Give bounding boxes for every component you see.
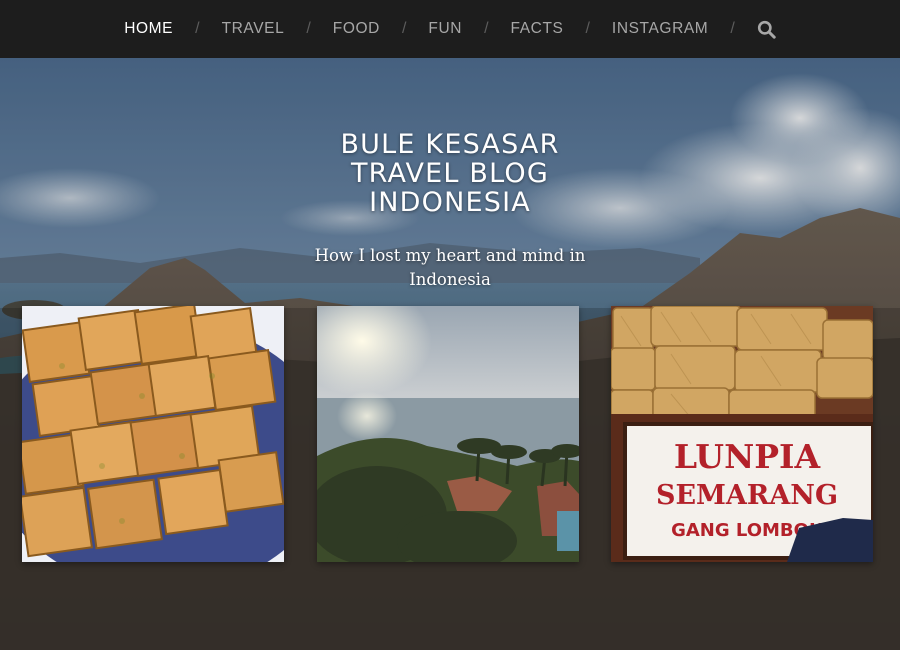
martabak-food-photo <box>22 306 284 562</box>
post-card-sea-view[interactable] <box>317 306 579 562</box>
nav-link-home[interactable]: HOME <box>124 20 173 38</box>
nav-link-fun[interactable]: FUN <box>428 20 462 38</box>
nav-item-home: HOME / <box>124 20 221 38</box>
nav-menu: HOME / TRAVEL / FOOD / FUN / FACTS / INS… <box>124 20 776 39</box>
nav-item-fun: FUN / <box>428 20 510 38</box>
sunset-sea-view-photo <box>317 306 579 562</box>
featured-posts: LUNPIA SEMARANG GANG LOMBOK <box>0 306 900 562</box>
sign-line-lunpia: LUNPIA <box>674 437 821 476</box>
nav-separator: / <box>401 20 407 37</box>
nav-item-food: FOOD / <box>333 20 429 38</box>
nav-item-travel: TRAVEL / <box>222 20 333 38</box>
nav-separator: / <box>730 20 735 37</box>
nav-link-food[interactable]: FOOD <box>333 20 380 38</box>
site-title-line: BULE KESASAR <box>340 129 560 160</box>
nav-item-instagram: INSTAGRAM / <box>612 20 757 38</box>
nav-item-facts: FACTS / <box>511 20 612 38</box>
site-tagline: How I lost my heart and mind in Indonesi… <box>314 246 586 289</box>
nav-item-search <box>757 20 776 39</box>
nav-separator: / <box>195 20 200 37</box>
sign-line-semarang: SEMARANG <box>656 480 838 511</box>
nav-separator: / <box>484 20 489 37</box>
nav-separator: / <box>306 20 311 37</box>
nav-link-facts[interactable]: FACTS <box>511 20 564 38</box>
site-title[interactable]: BULE KESASAR TRAVEL BLOG INDONESIA <box>0 130 900 217</box>
nav-separator: / <box>585 20 590 37</box>
site-title-line: TRAVEL BLOG <box>350 158 550 189</box>
post-card-martabak[interactable] <box>22 306 284 562</box>
lunpia-semarang-sign-photo: LUNPIA SEMARANG GANG LOMBOK <box>611 306 873 562</box>
search-button[interactable] <box>757 20 776 39</box>
nav-link-travel[interactable]: TRAVEL <box>222 20 285 38</box>
nav-link-instagram[interactable]: INSTAGRAM <box>612 20 708 38</box>
post-card-lunpia[interactable]: LUNPIA SEMARANG GANG LOMBOK <box>611 306 873 562</box>
site-title-line: INDONESIA <box>369 187 531 218</box>
top-navigation: HOME / TRAVEL / FOOD / FUN / FACTS / INS… <box>0 0 900 58</box>
search-icon <box>757 20 776 39</box>
